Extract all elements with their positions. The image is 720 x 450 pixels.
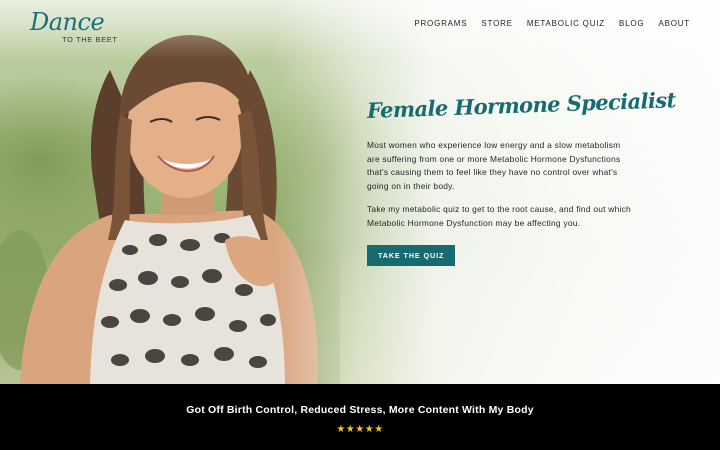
hero-top-overlay: [0, 0, 720, 60]
hero-paragraph-2: Take my metabolic quiz to get to the roo…: [367, 204, 631, 228]
site-logo[interactable]: Dance TO THE BEET: [28, 8, 117, 48]
take-quiz-button[interactable]: TAKE THE QUIZ: [367, 244, 456, 266]
nav-item-store[interactable]: STORE: [481, 19, 512, 28]
main-nav: PROGRAMS STORE METABOLIC QUIZ BLOG ABOUT: [414, 19, 690, 28]
hero-paragraph-1: Most women who experience low energy and…: [367, 140, 621, 191]
logo-script-text: Dance: [30, 8, 105, 36]
nav-item-blog[interactable]: BLOG: [619, 19, 644, 28]
nav-item-metabolic-quiz[interactable]: METABOLIC QUIZ: [527, 19, 605, 28]
testimonial-quote: Got Off Birth Control, Reduced Stress, M…: [186, 404, 534, 416]
nav-item-programs[interactable]: PROGRAMS: [414, 19, 467, 28]
star-rating: ★★★★★: [336, 424, 384, 435]
hero-section: Dance TO THE BEET PROGRAMS STORE METABOL…: [0, 0, 720, 384]
testimonial-band: Got Off Birth Control, Reduced Stress, M…: [0, 384, 720, 450]
logo-subtitle: TO THE BEET: [62, 35, 118, 44]
hero-content: Female Hormone Specialist Most women who…: [367, 87, 676, 266]
nav-item-about[interactable]: ABOUT: [658, 19, 690, 28]
